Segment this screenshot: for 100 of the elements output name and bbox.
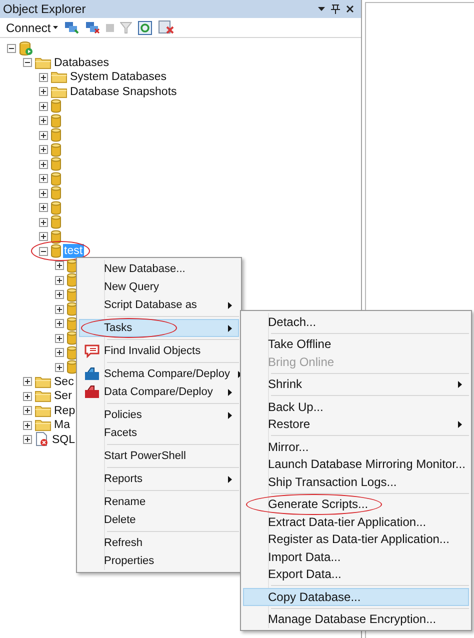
tree-item[interactable]: Sec xyxy=(53,374,75,389)
menu-item[interactable]: Extract Data-tier Application... xyxy=(243,513,469,530)
tree-item[interactable]: Ser xyxy=(53,389,73,404)
database-icon xyxy=(51,114,61,128)
folder-icon xyxy=(51,86,67,98)
database-icon xyxy=(51,230,61,244)
expand-icon[interactable] xyxy=(39,160,48,169)
menu-item[interactable]: Policies xyxy=(79,406,239,424)
tree-item[interactable]: Rep xyxy=(53,404,76,418)
menu-item[interactable]: Script Database as xyxy=(79,296,239,314)
panel-title: Object Explorer xyxy=(3,1,86,18)
database-icon xyxy=(51,244,61,258)
expand-icon[interactable] xyxy=(55,348,64,358)
folder-icon xyxy=(35,390,51,402)
menu-item[interactable]: Generate Scripts... xyxy=(243,496,469,513)
menu-item[interactable]: Find Invalid Objects xyxy=(79,342,239,360)
agent-icon xyxy=(35,432,49,448)
collapse-icon[interactable] xyxy=(23,58,32,68)
tree-item[interactable]: Database Snapshots xyxy=(69,84,178,99)
menu-item[interactable]: Delete xyxy=(79,511,239,529)
expand-icon[interactable] xyxy=(39,174,48,184)
menu-item[interactable]: Import Data... xyxy=(243,548,469,566)
menu-item[interactable]: Reports xyxy=(79,470,239,488)
menu-item[interactable]: New Query xyxy=(79,278,239,296)
toolbox-icon xyxy=(84,385,100,399)
database-icon xyxy=(51,200,61,215)
menu-item[interactable]: Register as Data-tier Application... xyxy=(243,530,469,548)
menu-item[interactable]: Tasks xyxy=(79,319,239,337)
folder-icon xyxy=(35,419,51,432)
database-icon xyxy=(67,331,77,346)
database-icon xyxy=(67,316,77,331)
database-icon xyxy=(51,128,61,142)
disconnect-icon[interactable] xyxy=(84,21,100,34)
expand-icon[interactable] xyxy=(39,203,48,212)
menu-item[interactable]: Properties xyxy=(79,552,239,570)
expand-icon[interactable] xyxy=(39,145,48,154)
menu-item[interactable]: New Database... xyxy=(79,260,239,278)
expand-icon[interactable] xyxy=(39,102,48,111)
menu-item[interactable]: Take Offline xyxy=(243,336,469,353)
expand-icon[interactable] xyxy=(39,232,48,242)
expand-icon[interactable] xyxy=(23,420,32,430)
database-icon xyxy=(67,258,77,273)
expand-icon[interactable] xyxy=(55,334,64,343)
folder-icon xyxy=(51,71,67,84)
menu-item[interactable]: Mirror... xyxy=(243,438,469,456)
menu-item[interactable]: Refresh xyxy=(79,534,239,552)
dropdown-icon[interactable] xyxy=(318,7,325,11)
expand-icon[interactable] xyxy=(55,362,64,372)
database-icon xyxy=(51,215,61,230)
database-icon xyxy=(51,142,61,157)
tree-item[interactable]: System Databases xyxy=(69,70,168,84)
expand-icon[interactable] xyxy=(39,116,48,126)
tree-item[interactable]: Ma xyxy=(53,418,71,432)
expand-icon[interactable] xyxy=(39,188,48,198)
menu-item[interactable]: Detach... xyxy=(243,313,469,330)
refresh-icon[interactable] xyxy=(138,20,152,34)
expand-icon[interactable] xyxy=(23,435,32,444)
connect-button[interactable]: Connect xyxy=(6,18,58,36)
menu-item[interactable]: Restore xyxy=(243,416,469,433)
database-icon xyxy=(67,346,77,360)
collapse-icon[interactable] xyxy=(7,44,16,53)
collapse-icon[interactable] xyxy=(39,246,48,256)
server-icon xyxy=(19,40,33,56)
menu-item[interactable]: Copy Database... xyxy=(243,588,469,606)
menu-item[interactable]: Schema Compare/Deploy xyxy=(79,365,239,383)
menu-item[interactable]: Start PowerShell xyxy=(79,447,239,465)
menu-item[interactable]: Rename xyxy=(79,493,239,511)
toolbox-icon xyxy=(84,367,100,381)
database-icon xyxy=(67,302,77,316)
menu-item[interactable]: Export Data... xyxy=(243,566,469,583)
menu-item[interactable]: Launch Database Mirroring Monitor... xyxy=(243,456,469,473)
database-icon xyxy=(67,360,77,374)
pin-icon[interactable] xyxy=(331,4,340,14)
tree-item[interactable]: Databases xyxy=(53,56,110,70)
expand-icon[interactable] xyxy=(55,304,64,314)
expand-icon[interactable] xyxy=(23,377,32,386)
expand-icon[interactable] xyxy=(55,261,64,270)
menu-item[interactable]: Data Compare/Deploy xyxy=(79,383,239,401)
menu-item[interactable]: Ship Transaction Logs... xyxy=(243,473,469,490)
menu-item[interactable]: Manage Database Encryption... xyxy=(243,610,469,628)
menu-item[interactable]: Facets xyxy=(79,424,239,442)
menu-item[interactable]: Back Up... xyxy=(243,398,469,416)
expand-icon[interactable] xyxy=(55,319,64,328)
expand-icon[interactable] xyxy=(55,290,64,300)
expand-icon[interactable] xyxy=(39,72,48,82)
expand-icon[interactable] xyxy=(39,87,48,96)
expand-icon[interactable] xyxy=(55,276,64,285)
expand-icon[interactable] xyxy=(23,392,32,401)
expand-icon[interactable] xyxy=(39,218,48,227)
close-icon[interactable] xyxy=(346,5,354,13)
tree-item[interactable]: SQL xyxy=(51,432,76,447)
menu-item[interactable]: Shrink xyxy=(243,376,469,393)
expand-icon[interactable] xyxy=(23,406,32,416)
expand-icon[interactable] xyxy=(39,130,48,140)
folder-icon xyxy=(35,404,51,417)
database-icon xyxy=(67,288,77,302)
database-icon xyxy=(51,157,61,172)
connect-server-icon[interactable] xyxy=(64,21,79,34)
folder-icon xyxy=(35,56,51,69)
database-icon xyxy=(67,273,77,288)
